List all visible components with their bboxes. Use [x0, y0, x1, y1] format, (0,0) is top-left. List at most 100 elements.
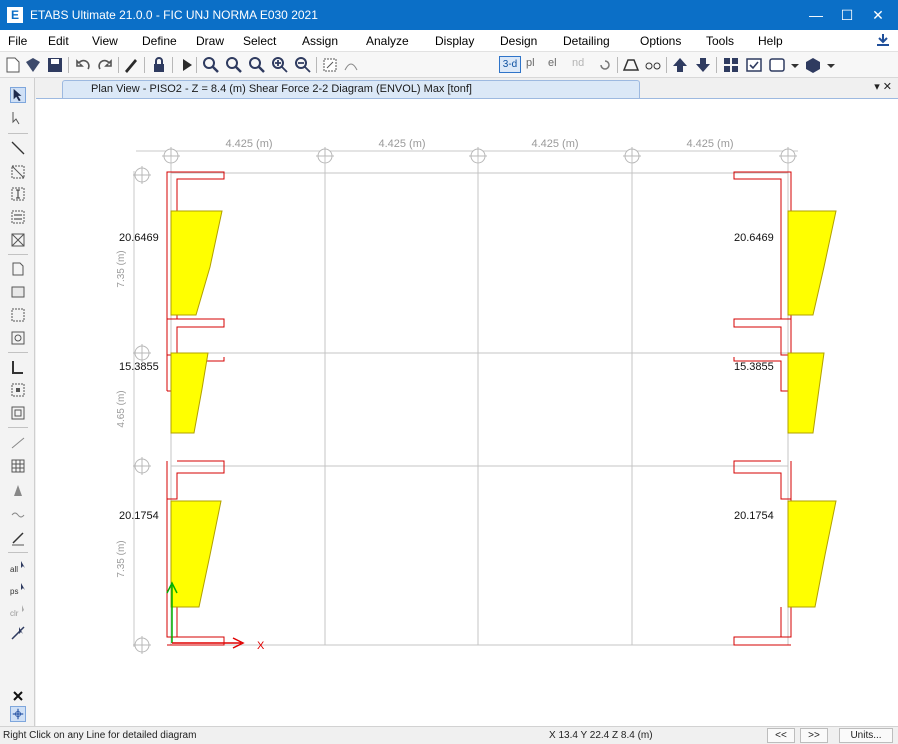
status-hint: Right Click on any Line for detailed dia…	[3, 730, 197, 741]
menu-draw[interactable]: Draw	[196, 34, 224, 48]
dropdown-arrow-icon[interactable]	[790, 56, 800, 74]
grid-lines	[170, 156, 789, 646]
shear-value-label: 15.3855	[119, 361, 159, 373]
pan-icon[interactable]	[321, 56, 339, 74]
grid-bubble	[133, 344, 151, 362]
draw-dimension-icon[interactable]	[10, 434, 26, 450]
lock-icon[interactable]	[150, 56, 168, 74]
shear-diagram-segment[interactable]	[787, 352, 825, 434]
zoom-in-icon[interactable]	[271, 56, 289, 74]
draw-section-cut-icon[interactable]	[10, 530, 26, 546]
draw-grid-icon[interactable]	[10, 458, 26, 474]
span-dimension-label: 7.35 (m)	[116, 540, 127, 577]
run-analysis-icon[interactable]	[178, 56, 196, 74]
redo-icon[interactable]	[96, 56, 114, 74]
download-icon[interactable]	[876, 33, 890, 47]
svg-text:clr: clr	[10, 609, 19, 618]
save-icon[interactable]	[46, 56, 64, 74]
grid-labels-icon[interactable]	[722, 56, 740, 74]
menu-view[interactable]: View	[92, 34, 118, 48]
toolbar-separator	[666, 57, 667, 73]
model-canvas[interactable]: 4.425 (m) 4.425 (m) 4.425 (m) 4.425 (m) …	[36, 98, 898, 726]
snap-options-icon[interactable]	[10, 706, 26, 722]
draw-cross-brace-icon[interactable]	[10, 232, 26, 248]
menu-assign[interactable]: Assign	[302, 34, 338, 48]
object-shading-icon[interactable]	[804, 56, 822, 74]
dropdown-arrow-icon[interactable]	[826, 56, 836, 74]
zoom-window-icon[interactable]	[202, 56, 220, 74]
draw-wall-stack-icon[interactable]	[10, 382, 26, 398]
undo-icon[interactable]	[74, 56, 92, 74]
shear-diagram-segment[interactable]	[787, 500, 837, 608]
draw-area-icon[interactable]	[10, 307, 26, 323]
rotate-icon[interactable]	[596, 56, 614, 74]
units-button[interactable]: Units...	[839, 728, 893, 743]
select-object-icon[interactable]	[745, 56, 763, 74]
reshape-icon[interactable]	[10, 111, 26, 127]
open-icon[interactable]	[24, 56, 42, 74]
shear-diagram-segment[interactable]	[170, 352, 209, 434]
rubber-band-icon[interactable]	[342, 56, 360, 74]
elevation-view-button[interactable]: el	[548, 57, 557, 69]
menu-tools[interactable]: Tools	[706, 34, 734, 48]
shear-diagram-right[interactable]	[787, 210, 837, 608]
draw-tendon-icon[interactable]	[10, 482, 26, 498]
next-button[interactable]: >>	[800, 728, 828, 743]
zoom-previous-icon[interactable]	[248, 56, 266, 74]
left-toolbar: all ps clr	[0, 78, 35, 726]
perspective-icon[interactable]	[622, 56, 640, 74]
select-all-icon[interactable]: all	[10, 559, 26, 575]
shear-diagram-segment[interactable]	[170, 500, 222, 608]
move-down-story-icon[interactable]	[694, 56, 712, 74]
view-options-icon[interactable]	[644, 56, 662, 74]
plan-view-button[interactable]: pl	[526, 57, 535, 69]
menu-help[interactable]: Help	[758, 34, 783, 48]
new-model-icon[interactable]	[4, 56, 22, 74]
draw-beam-icon[interactable]	[10, 209, 26, 225]
select-previous-icon[interactable]: ps	[10, 581, 26, 597]
move-up-story-icon[interactable]	[671, 56, 689, 74]
clear-selection-icon[interactable]: clr	[10, 603, 26, 619]
draw-column-icon[interactable]	[10, 186, 26, 202]
nd-view-button[interactable]: nd	[572, 57, 584, 69]
shear-value-label: 20.1754	[734, 510, 774, 522]
draw-wall-icon[interactable]	[10, 359, 26, 375]
draw-floor-icon[interactable]	[10, 261, 26, 277]
view-3d-button[interactable]: 3-d	[499, 56, 521, 73]
menu-design[interactable]: Design	[500, 34, 537, 48]
display-options-icon[interactable]	[768, 56, 786, 74]
menu-edit[interactable]: Edit	[48, 34, 69, 48]
draw-brace-icon[interactable]	[10, 164, 26, 180]
draw-slab-icon[interactable]	[10, 405, 26, 421]
menu-analyze[interactable]: Analyze	[366, 34, 409, 48]
tab-controls[interactable]: ▾ ✕	[874, 80, 892, 93]
draw-frame-icon[interactable]	[10, 140, 26, 156]
previous-button[interactable]: <<	[767, 728, 795, 743]
draw-rectangle-icon[interactable]	[10, 284, 26, 300]
zoom-extents-icon[interactable]	[225, 56, 243, 74]
svg-text:ps: ps	[10, 587, 18, 596]
draw-opening-icon[interactable]	[10, 330, 26, 346]
plan-view-drawing[interactable]: 4.425 (m) 4.425 (m) 4.425 (m) 4.425 (m) …	[36, 99, 898, 727]
menu-options[interactable]: Options	[640, 34, 681, 48]
menu-detailing[interactable]: Detailing	[563, 34, 610, 48]
shear-diagram-segment[interactable]	[787, 210, 837, 316]
close-button[interactable]: ✕	[858, 0, 898, 30]
pointer-icon[interactable]	[10, 87, 26, 103]
shear-diagram-left[interactable]	[170, 210, 223, 608]
menu-display[interactable]: Display	[435, 34, 474, 48]
bay-dimension-label: 4.425 (m)	[531, 138, 578, 150]
draw-reference-icon[interactable]	[10, 506, 26, 522]
close-toolbar-icon[interactable]	[10, 688, 26, 704]
shear-value-label: 20.1754	[119, 510, 159, 522]
bay-dimension-label: 4.425 (m)	[225, 138, 272, 150]
pencil-icon[interactable]	[122, 56, 140, 74]
toolbar-separator	[196, 57, 197, 73]
shear-diagram-segment[interactable]	[170, 210, 223, 316]
tab-plan-view[interactable]: Plan View - PISO2 - Z = 8.4 (m) Shear Fo…	[62, 80, 640, 98]
intersecting-line-select-icon[interactable]	[10, 625, 26, 641]
menu-file[interactable]: File	[8, 34, 27, 48]
zoom-out-icon[interactable]	[294, 56, 312, 74]
menu-select[interactable]: Select	[243, 34, 276, 48]
menu-define[interactable]: Define	[142, 34, 177, 48]
